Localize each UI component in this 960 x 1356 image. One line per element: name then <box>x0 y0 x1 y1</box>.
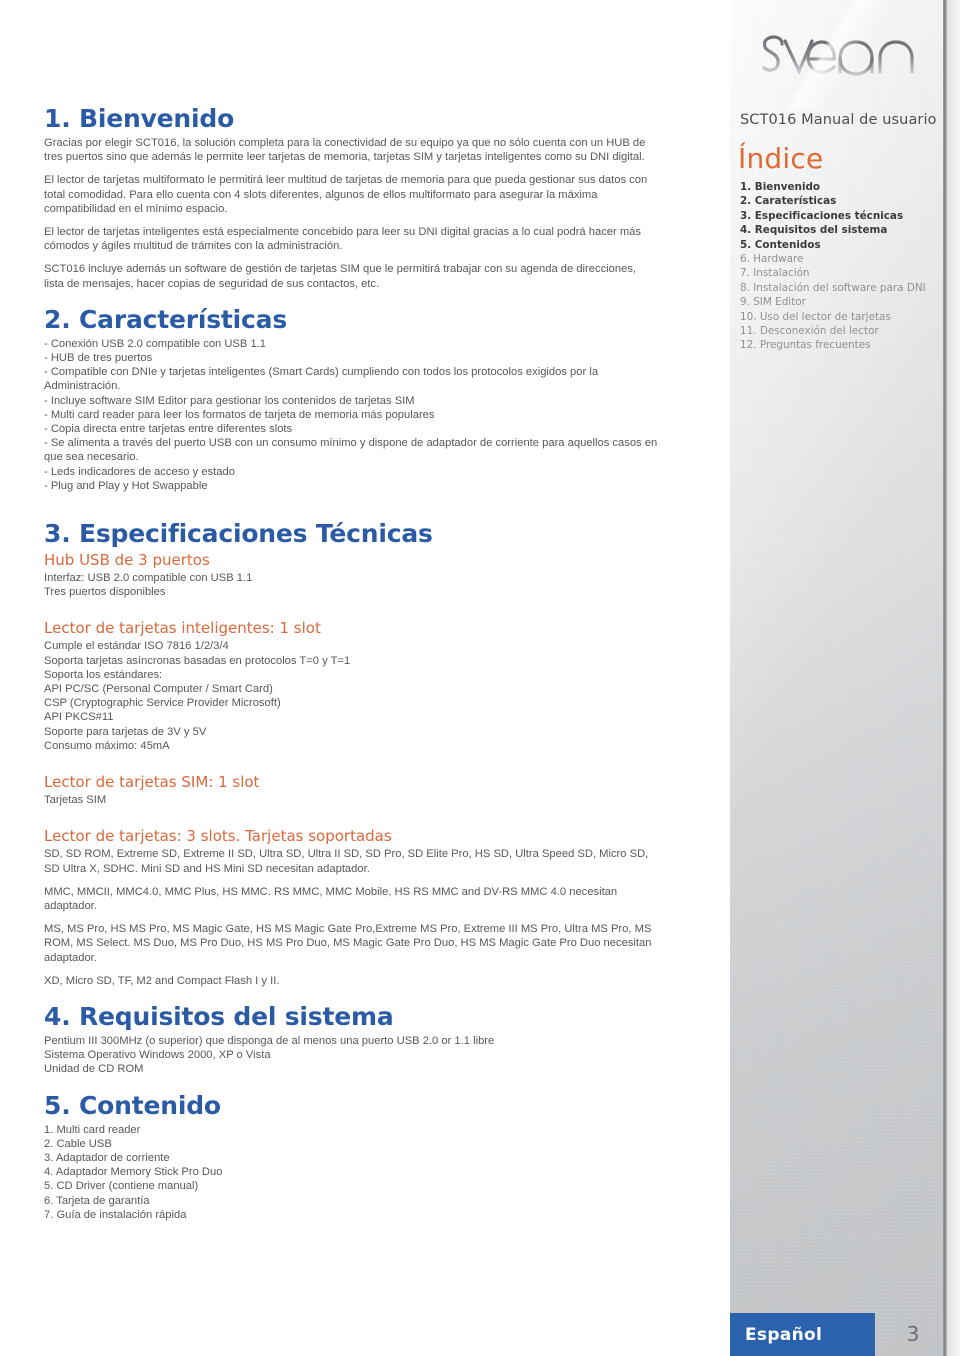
content-item: 7. Guía de instalación rápida <box>44 1208 187 1221</box>
language-badge: Español <box>730 1313 875 1356</box>
welcome-paragraph-1: Gracias por elegir SCT016, la solución c… <box>44 137 646 164</box>
feature-item: - Compatible con DNIe y tarjetas intelig… <box>44 366 599 393</box>
section-heading-contents: 5. Contenido <box>44 1090 221 1120</box>
subheading-card-reader: Lector de tarjetas: 3 slots. Tarjetas so… <box>44 827 392 846</box>
spec-line: CSP (Cryptographic Service Provider Micr… <box>44 697 281 710</box>
index-item: 9. SIM Editor <box>740 296 806 309</box>
card-formats-sd: SD, SD ROM, Extreme SD, Extreme II SD, U… <box>44 848 649 875</box>
card-formats-ms: MS, MS Pro, HS MS Pro, MS Magic Gate, HS… <box>44 923 652 964</box>
index-item: 2. Caraterísticas <box>740 195 837 208</box>
section-heading-requirements: 4. Requisitos del sistema <box>44 1001 394 1031</box>
section-heading-welcome: 1. Bienvenido <box>44 104 235 133</box>
subheading-sim-reader: Lector de tarjetas SIM: 1 slot <box>44 773 260 792</box>
requirement-line: Sistema Operativo Windows 2000, XP o Vis… <box>44 1049 271 1062</box>
feature-item: - Se alimenta a través del puerto USB co… <box>44 437 658 464</box>
feature-item: - Multi card reader para leer los format… <box>44 408 435 421</box>
content-item: 5. CD Driver (contiene manual) <box>44 1180 199 1193</box>
main-content: 1. Bienvenido Gracias por elegir SCT016,… <box>44 104 659 1222</box>
manual-title: SCT016 Manual de usuario <box>740 112 937 128</box>
welcome-paragraph-4: SCT016 incluye además un software de ges… <box>44 263 637 290</box>
section-heading-specs: 3. Especificaciones Técnicas <box>44 519 433 549</box>
spec-line: Soporta tarjetas asíncronas basadas en p… <box>44 654 351 667</box>
index-item: 10. Uso del lector de tarjetas <box>740 310 891 323</box>
spec-line: API PKCS#11 <box>44 711 114 724</box>
manual-page: SCT016 Manual de usuario Índice 1. Bienv… <box>0 0 960 1356</box>
card-formats-other: XD, Micro SD, TF, M2 and Compact Flash I… <box>44 974 280 987</box>
hub-spec-lines: Interfaz: USB 2.0 compatible con USB 1.1… <box>44 571 659 599</box>
spec-line: Interfaz: USB 2.0 compatible con USB 1.1 <box>44 572 253 585</box>
content-item: 1. Multi card reader <box>44 1123 141 1136</box>
content-item: 3. Adaptador de corriente <box>44 1151 170 1164</box>
index-heading: Índice <box>738 142 824 175</box>
index-item: 5. Contenidos <box>740 238 821 251</box>
spec-line: API PC/SC (Personal Computer / Smart Car… <box>44 683 273 696</box>
content-item: 2. Cable USB <box>44 1137 112 1150</box>
subheading-hub: Hub USB de 3 puertos <box>44 551 210 570</box>
index-item: 8. Instalación del software para DNI <box>740 281 926 294</box>
index-item: 6. Hardware <box>740 253 804 266</box>
feature-item: - Conexión USB 2.0 compatible con USB 1.… <box>44 337 267 350</box>
card-formats-mmc: MMC, MMCII, MMC4.0, MMC Plus, HS MMC. RS… <box>44 885 618 912</box>
feature-item: - Incluye software SIM Editor para gesti… <box>44 394 415 407</box>
spec-line: Tarjetas SIM <box>44 794 107 807</box>
subheading-smartcard-reader: Lector de tarjetas inteligentes: 1 slot <box>44 619 321 638</box>
index-item: 1. Bienvenido <box>740 181 821 193</box>
requirement-line: Unidad de CD ROM <box>44 1063 144 1076</box>
contents-list: 1. Multi card reader 2. Cable USB 3. Adapt… <box>44 1123 659 1222</box>
index-item: 4. Requisitos del sistema <box>740 224 888 237</box>
spec-line: Soporta los estándares: <box>44 668 163 681</box>
index-list: 1. Bienvenido 2. Caraterísticas 3. Especif… <box>740 180 945 353</box>
index-item: 7. Instalación <box>740 267 810 280</box>
requirements-lines: Pentium III 300MHz (o superior) que disp… <box>44 1034 659 1077</box>
content-item: 6. Tarjeta de garantía <box>44 1194 150 1207</box>
feature-item: - Copia directa entre tarjetas entre dif… <box>44 423 293 436</box>
feature-item: - Leds indicadores de acceso y estado <box>44 465 235 478</box>
welcome-paragraph-3: El lector de tarjetas inteligentes está … <box>44 226 641 253</box>
welcome-paragraph-2: El lector de tarjetas multiformato le pe… <box>44 174 648 215</box>
panel-edge-highlight <box>947 0 960 1356</box>
requirement-line: Pentium III 300MHz (o superior) que disp… <box>44 1034 495 1047</box>
index-item: 11. Desconexión del lector <box>740 325 879 338</box>
smartcard-spec-lines: Cumple el estándar ISO 7816 1/2/3/4 Sopor… <box>44 639 659 753</box>
index-item: 3. Especificaciones técnicas <box>740 209 904 222</box>
sim-spec-lines: Tarjetas SIM <box>44 793 659 807</box>
spec-line: Soporte para tarjetas de 3V y 5V <box>44 725 207 738</box>
spec-line: Cumple el estándar ISO 7816 1/2/3/4 <box>44 640 229 653</box>
spec-line: Tres puertos disponibles <box>44 586 166 599</box>
sveon-logo <box>730 0 940 110</box>
content-item: 4. Adaptador Memory Stick Pro Duo <box>44 1166 223 1179</box>
page-number: 3 <box>906 1322 920 1346</box>
feature-item: - Plug and Play y Hot Swappable <box>44 479 208 492</box>
section-heading-features: 2. Características <box>44 304 288 334</box>
features-list: - Conexión USB 2.0 compatible con USB 1.… <box>44 337 659 493</box>
index-item: 12. Preguntas frecuentes <box>740 339 871 352</box>
spec-line: Consumo máximo: 45mA <box>44 739 170 752</box>
feature-item: - HUB de tres puertos <box>44 352 153 365</box>
